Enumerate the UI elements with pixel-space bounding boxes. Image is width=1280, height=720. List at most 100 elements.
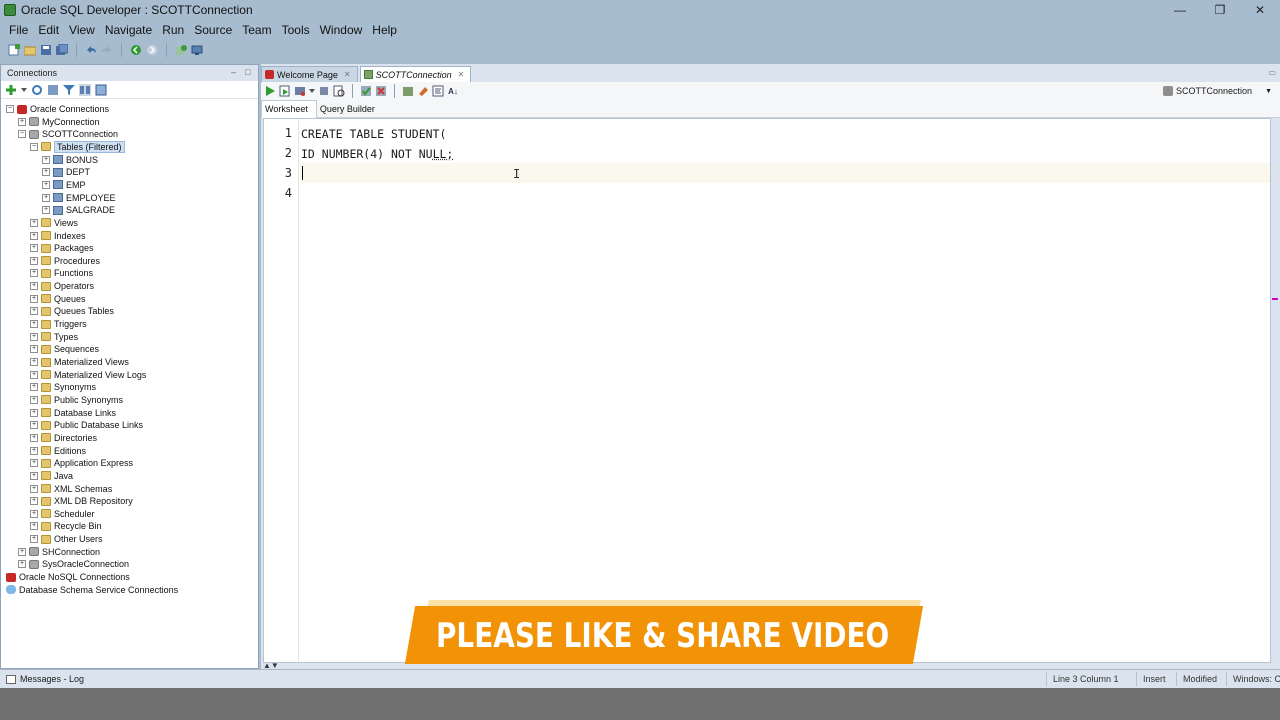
expand-icon[interactable]: + (18, 560, 26, 569)
tree-item[interactable]: + MyConnection (18, 116, 100, 128)
menu-source[interactable]: Source (189, 23, 237, 37)
tab-close-icon[interactable]: ✕ (344, 70, 351, 79)
tree-item[interactable]: + Database Links (30, 407, 116, 419)
add-connection-icon[interactable] (5, 84, 17, 96)
menu-navigate[interactable]: Navigate (100, 23, 157, 37)
tree-item[interactable]: − Oracle Connections (6, 103, 109, 115)
expand-icon[interactable]: + (30, 509, 38, 518)
expand-icon[interactable]: + (42, 206, 50, 215)
menu-view[interactable]: View (64, 23, 100, 37)
save-all-icon[interactable] (56, 44, 68, 56)
tree-item[interactable]: + Sequences (30, 343, 99, 355)
tree-item[interactable]: + Triggers (30, 318, 87, 330)
collapse-icon[interactable]: − (6, 105, 14, 113)
tree-item[interactable]: + SHConnection (18, 546, 100, 558)
tree-item[interactable]: + Packages (30, 242, 94, 254)
restore-icon[interactable]: ❐ (1200, 0, 1240, 20)
tree-item[interactable]: + Application Express (30, 457, 133, 469)
commit-icon[interactable] (360, 85, 372, 97)
tree-item[interactable]: + Directories (30, 432, 97, 444)
tree-item[interactable]: + Scheduler (30, 508, 95, 520)
autotrace-icon[interactable] (294, 85, 306, 97)
tree-item[interactable]: + Types (30, 331, 78, 343)
tab-welcome-page[interactable]: Welcome Page ✕ (261, 66, 358, 82)
expand-icon[interactable]: + (30, 471, 38, 480)
tree-item[interactable]: + SALGRADE (42, 204, 115, 216)
tree-item[interactable]: + EMPLOYEE (42, 192, 116, 204)
expand-icon[interactable]: + (30, 294, 38, 303)
undo-icon[interactable] (85, 44, 97, 56)
case-toggle-icon[interactable]: A↓ (447, 85, 459, 97)
expand-icon[interactable]: + (30, 358, 38, 366)
new-icon[interactable] (8, 44, 20, 56)
menu-team[interactable]: Team (237, 23, 276, 37)
explain-plan-icon[interactable] (318, 85, 330, 97)
menu-tools[interactable]: Tools (277, 23, 315, 37)
maximize-editor-icon[interactable]: ▭ (1268, 68, 1276, 77)
tab-close-icon[interactable]: ✕ (458, 70, 465, 79)
tree-item[interactable]: + Materialized View Logs (30, 369, 146, 381)
menu-file[interactable]: File (4, 23, 33, 37)
open-folder-icon[interactable] (24, 44, 36, 56)
close-icon[interactable]: ✕ (1240, 0, 1280, 20)
refresh-icon[interactable] (31, 84, 43, 96)
menu-window[interactable]: Window (315, 23, 368, 37)
expand-icon[interactable]: + (42, 193, 50, 202)
subtab-query-builder[interactable]: Query Builder (317, 100, 383, 118)
forward-icon[interactable] (146, 44, 158, 56)
tree-item[interactable]: + Queues (30, 293, 86, 305)
tree-item[interactable]: + Recycle Bin (30, 520, 102, 532)
manage-columns-icon[interactable] (79, 83, 91, 96)
expand-icon[interactable]: + (30, 244, 38, 253)
rollback-icon[interactable] (375, 85, 387, 97)
expand-icon[interactable]: + (18, 547, 26, 556)
expand-icon[interactable]: + (42, 155, 50, 164)
expand-icon[interactable]: + (30, 320, 38, 329)
panel-restore-icon[interactable]: □ (245, 67, 250, 77)
tree-item[interactable]: + Indexes (30, 230, 86, 242)
sql-editor[interactable]: 1 2 3 4 CREATE TABLE STUDENT( ID NUMBER(… (263, 118, 1271, 663)
expand-icon[interactable]: + (30, 345, 38, 354)
run-statement-icon[interactable] (264, 85, 276, 97)
tab-scott-connection[interactable]: SCOTTConnection ✕ (359, 66, 472, 82)
tree-item[interactable]: Database Schema Service Connections (6, 584, 178, 596)
clear-eraser-icon[interactable] (417, 85, 429, 97)
expand-icon[interactable]: + (30, 218, 38, 227)
tree-item[interactable]: + DEPT (42, 166, 90, 178)
tree-item[interactable]: + Queues Tables (30, 305, 114, 317)
expand-icon[interactable]: + (30, 459, 38, 468)
tree-item[interactable]: − SCOTTConnection (18, 128, 118, 140)
redo-icon[interactable] (101, 44, 113, 56)
filter-icon[interactable] (63, 84, 75, 96)
dropdown-arrow-icon[interactable] (21, 84, 27, 96)
expand-icon[interactable]: + (30, 535, 38, 544)
expand-icon[interactable]: + (30, 497, 38, 506)
connection-selector[interactable]: SCOTTConnection ▼ (1163, 84, 1272, 98)
monitor-icon[interactable] (191, 44, 203, 56)
menu-help[interactable]: Help (367, 23, 402, 37)
schema-browser-icon[interactable] (47, 84, 59, 96)
expand-icon[interactable]: + (30, 421, 38, 430)
tree-item[interactable]: − Tables (Filtered) (30, 140, 125, 153)
import-connections-icon[interactable] (95, 84, 107, 96)
expand-icon[interactable]: + (30, 231, 38, 240)
expand-icon[interactable]: + (30, 256, 38, 265)
tree-item[interactable]: + Java (30, 470, 73, 482)
tree-item[interactable]: + Editions (30, 445, 86, 457)
expand-icon[interactable]: + (30, 408, 38, 417)
expand-icon[interactable]: + (30, 446, 38, 455)
back-icon[interactable] (130, 44, 142, 56)
tree-item[interactable]: + Materialized Views (30, 356, 129, 368)
tree-item[interactable]: + Procedures (30, 255, 100, 267)
expand-icon[interactable]: + (30, 370, 38, 379)
sql-tuning-icon[interactable] (333, 85, 345, 97)
expand-icon[interactable]: + (30, 395, 38, 404)
tree-item[interactable]: + EMP (42, 179, 86, 191)
subtab-worksheet[interactable]: Worksheet (261, 99, 317, 118)
tree-item[interactable]: + Public Database Links (30, 419, 143, 431)
menu-edit[interactable]: Edit (33, 23, 64, 37)
tree-item[interactable]: + Functions (30, 267, 93, 279)
tree-item[interactable]: + Synonyms (30, 381, 96, 393)
tree-item[interactable]: + Operators (30, 280, 94, 292)
overview-ruler-marker[interactable] (1272, 298, 1278, 300)
